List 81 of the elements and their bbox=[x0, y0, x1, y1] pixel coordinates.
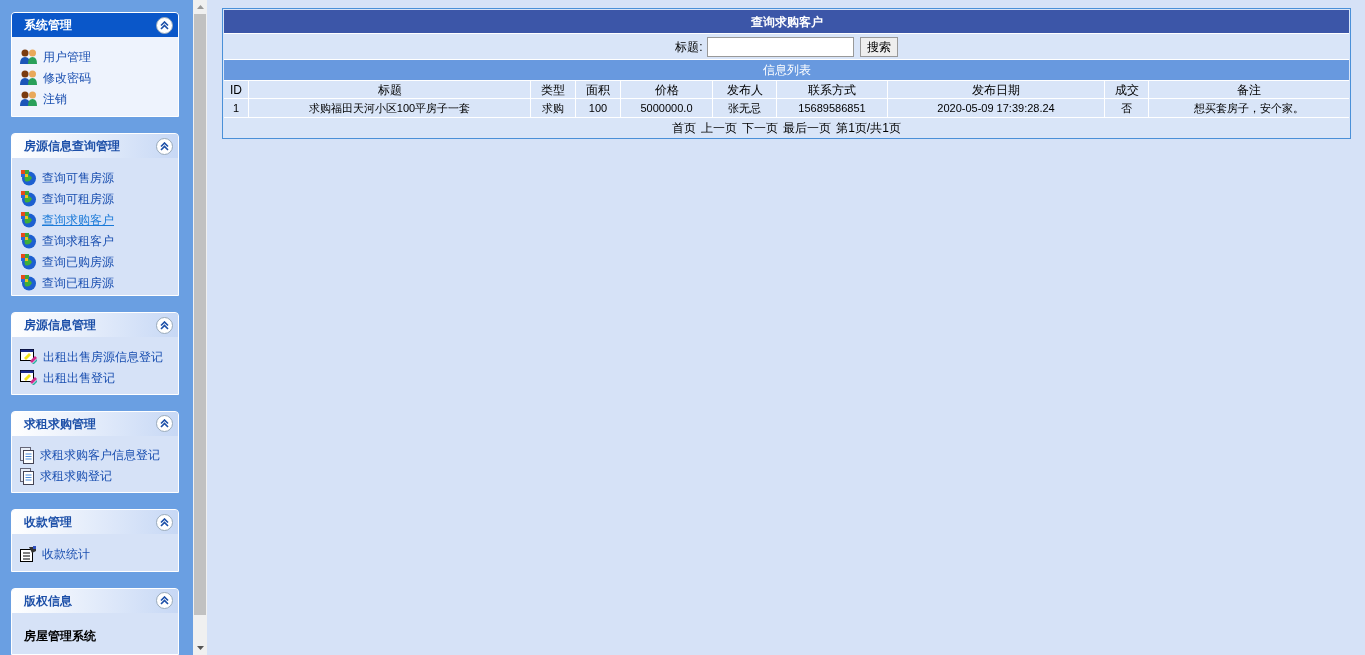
users-icon bbox=[20, 90, 38, 107]
menu-link[interactable]: 求租求购登记 bbox=[40, 467, 112, 486]
collapse-button[interactable] bbox=[156, 415, 173, 433]
table-cell: 1 bbox=[224, 99, 249, 117]
edit-icon bbox=[20, 348, 38, 365]
menu-link[interactable]: 修改密码 bbox=[43, 68, 91, 87]
table-cell: 否 bbox=[1105, 99, 1149, 117]
column-header: 标题 bbox=[249, 81, 531, 98]
double-chevron-up-icon bbox=[160, 20, 169, 30]
column-header: 备注 bbox=[1236, 82, 1262, 98]
collapse-button[interactable] bbox=[156, 513, 173, 531]
panel-title: 求租求购管理 bbox=[24, 415, 96, 433]
pagination-link[interactable]: 下一页 bbox=[742, 118, 779, 137]
double-chevron-up-icon bbox=[160, 596, 169, 606]
column-header: 价格 bbox=[621, 81, 713, 98]
users-icon bbox=[20, 48, 38, 65]
column-header: 面积 bbox=[576, 81, 621, 98]
collapse-button[interactable] bbox=[156, 16, 173, 34]
scrollbar-thumb[interactable] bbox=[194, 14, 206, 615]
menu-link[interactable]: 查询求购客户 bbox=[42, 211, 114, 229]
collapse-button[interactable] bbox=[156, 316, 173, 334]
scroll-up-icon bbox=[196, 5, 204, 9]
clipboard-icon bbox=[20, 545, 37, 562]
scrollbar[interactable] bbox=[193, 0, 207, 655]
column-header: 联系方式 bbox=[777, 81, 888, 98]
pagination-link[interactable]: 第1页/共1页 bbox=[836, 118, 901, 137]
menu-link[interactable]: 出租出售房源信息登记 bbox=[43, 347, 163, 366]
menu-link[interactable]: 查询可租房源 bbox=[42, 190, 114, 208]
collapse-button[interactable] bbox=[156, 138, 173, 155]
edit-icon bbox=[20, 369, 38, 386]
table-cell-text: 想买套房子，安个家。 bbox=[1193, 101, 1305, 116]
globe-icon bbox=[20, 253, 37, 271]
document-icon bbox=[20, 467, 35, 485]
globe-icon bbox=[20, 190, 37, 208]
menu-link[interactable]: 出租出售登记 bbox=[43, 368, 115, 387]
table-cell: 100 bbox=[576, 99, 621, 117]
double-chevron-up-icon bbox=[160, 142, 169, 151]
panel-title: 房源信息管理 bbox=[24, 317, 96, 335]
panel-title: 系统管理 bbox=[24, 17, 72, 34]
menu-link[interactable]: 收款统计 bbox=[42, 544, 90, 563]
double-chevron-up-icon bbox=[160, 419, 169, 429]
list-title: 信息列表 bbox=[762, 62, 811, 79]
search-button[interactable]: 搜索 bbox=[859, 36, 898, 57]
panel-title: 收款管理 bbox=[24, 514, 72, 532]
scroll-down-icon bbox=[196, 646, 204, 650]
globe-icon bbox=[20, 232, 37, 250]
table-cell: 求购 bbox=[531, 99, 576, 117]
panel-title: 版权信息 bbox=[24, 592, 72, 610]
table-cell: 张无忌 bbox=[713, 99, 777, 117]
pagination-link[interactable]: 上一页 bbox=[701, 118, 738, 137]
column-header: 发布日期 bbox=[888, 81, 1105, 98]
table-cell: 5000000.0 bbox=[621, 99, 713, 117]
page-title: 查询求购客户 bbox=[750, 13, 823, 31]
table-cell: 15689586851 bbox=[777, 99, 888, 117]
column-header: 类型 bbox=[531, 81, 576, 98]
collapse-button[interactable] bbox=[156, 592, 173, 610]
document-icon bbox=[20, 446, 35, 464]
double-chevron-up-icon bbox=[160, 320, 169, 330]
double-chevron-up-icon bbox=[160, 517, 169, 527]
menu-link[interactable]: 注销 bbox=[43, 89, 67, 108]
users-icon bbox=[20, 69, 38, 86]
menu-link[interactable]: 查询可售房源 bbox=[42, 169, 114, 187]
column-header: 发布人 bbox=[713, 81, 777, 98]
menu-link[interactable]: 求租求购客户信息登记 bbox=[40, 446, 160, 465]
menu-link[interactable]: 查询已租房源 bbox=[42, 274, 114, 292]
menu-link[interactable]: 查询求租客户 bbox=[42, 232, 114, 250]
panel-title: 房源信息查询管理 bbox=[24, 138, 120, 156]
table-cell: 求购福田天河小区100平房子一套 bbox=[249, 99, 531, 117]
globe-icon bbox=[20, 169, 37, 187]
search-label: 标题: bbox=[675, 38, 703, 56]
globe-icon bbox=[20, 274, 37, 292]
column-header: ID bbox=[224, 81, 249, 98]
column-header: 成交 bbox=[1105, 81, 1149, 98]
pagination-link[interactable]: 首页 bbox=[672, 118, 697, 137]
table-cell: 2020-05-09 17:39:28.24 bbox=[888, 99, 1105, 117]
globe-icon bbox=[20, 211, 37, 229]
copyright-text: 房屋管理系统 bbox=[24, 628, 96, 643]
pagination-link[interactable]: 最后一页 bbox=[783, 118, 832, 137]
title-input[interactable] bbox=[706, 36, 854, 57]
menu-link[interactable]: 查询已购房源 bbox=[42, 253, 114, 271]
menu-link[interactable]: 用户管理 bbox=[43, 47, 91, 66]
